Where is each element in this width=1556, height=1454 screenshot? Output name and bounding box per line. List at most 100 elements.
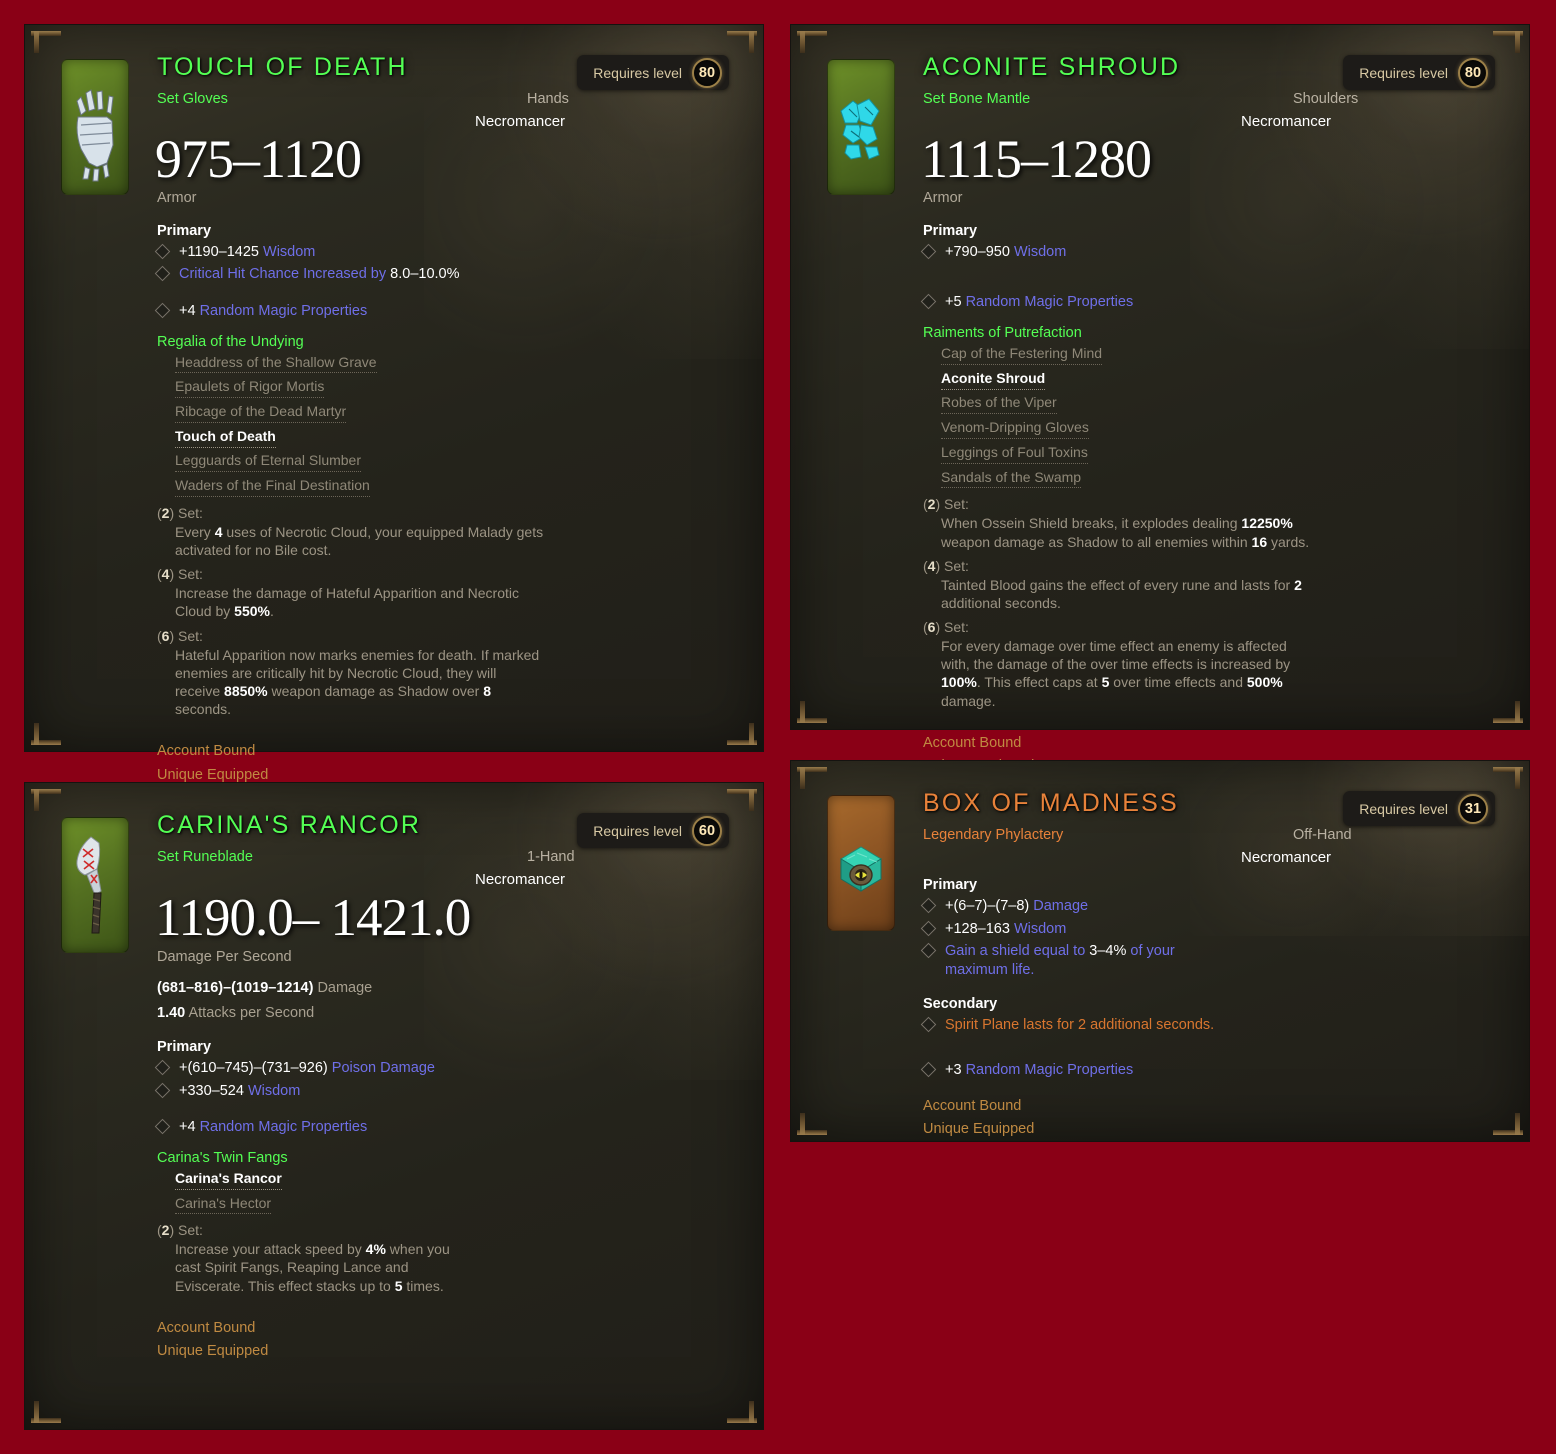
requires-level-value: 60 [692, 815, 722, 846]
item-kind: Set Runeblade [157, 849, 253, 865]
random-magic-properties: +4 Random Magic Properties [154, 302, 763, 321]
unique-equipped-label: Unique Equipped [157, 1342, 269, 1359]
tooltip-body: Primary +(6–7)–(7–8) Damage +128–163 Wis… [791, 877, 1529, 1162]
tooltip-body: Primary +1190–1425 Wisdom Critical Hit C… [25, 223, 763, 807]
set-piece-list: Carina's Rancor Carina's Hector [25, 1166, 763, 1215]
set-piece[interactable]: Legguards of Eternal Slumber [175, 451, 361, 473]
weapon-speed-label: Attacks per Second [188, 1004, 315, 1021]
set-bonus-header: (2) Set: [157, 1222, 203, 1239]
set-bonus-text: Hateful Apparition now marks enemies for… [175, 646, 540, 718]
item-tooltip-touch-of-death[interactable]: Requires level 80 TOUCH OF DEATH Set Glo… [24, 24, 764, 783]
affix-value: +790–950 [945, 243, 1010, 260]
set-bonus-header: (6) Set: [157, 627, 203, 644]
set-bonus-count: 2 [161, 504, 170, 521]
set-bonus-count: 2 [161, 1222, 170, 1239]
set-piece[interactable]: Cap of the Festering Mind [941, 344, 1103, 365]
affix-line-legendary: Spirit Plane lasts for 2 additional seco… [920, 1016, 1529, 1035]
item-subline: Set Bone Mantle Shoulders [923, 91, 1529, 109]
tooltip-header: ACONITE SHROUD Set Bone Mantle Shoulders… [791, 25, 1529, 206]
affix-line: Gain a shield equal to 3–4% of your maxi… [920, 942, 1223, 979]
item-subline: Set Runeblade 1-Hand [157, 849, 763, 867]
account-bound-label: Account Bound [157, 743, 256, 760]
item-class: Necromancer [475, 113, 566, 130]
set-bonus-count: 4 [161, 566, 170, 583]
phylactery-box-icon[interactable] [827, 795, 895, 931]
section-header-primary: Primary [923, 877, 978, 893]
set-bonus-text: Every 4 uses of Necrotic Cloud, your equ… [175, 523, 544, 559]
set-name: Raiments of Putrefaction [923, 325, 1082, 341]
set-bonus-label: Set: [944, 619, 969, 636]
set-piece[interactable]: Headdress of the Shallow Grave [175, 353, 377, 374]
set-bonus-header: (2) Set: [157, 504, 203, 521]
item-subline: Legendary Phylactery Off-Hand [923, 827, 1529, 845]
set-bonus-count: 6 [161, 627, 170, 644]
affix-value: +128–163 [945, 920, 1010, 937]
set-piece-list: Headdress of the Shallow Grave Epaulets … [25, 350, 763, 498]
bone-mantle-icon[interactable] [827, 59, 895, 195]
requires-level-label: Requires level [593, 822, 682, 839]
requires-level-badge: Requires level 80 [1343, 55, 1495, 90]
item-tooltip-aconite-shroud[interactable]: Requires level 80 ACONITE SHROUD Set Bon… [790, 24, 1530, 774]
affix-line: +330–524 Wisdom [154, 1082, 763, 1101]
set-piece-owned[interactable]: Carina's Rancor [175, 1169, 282, 1190]
diamond-bullet-icon [154, 302, 171, 319]
requires-level-label: Requires level [593, 64, 682, 81]
requires-level-value: 80 [692, 57, 722, 88]
corner-ornament-bottom-left [31, 1401, 61, 1423]
requires-level-label: Requires level [1359, 64, 1448, 81]
item-tooltip-carinas-rancor[interactable]: Requires level 60 CARINA'S RANCOR Set Ru… [24, 782, 764, 1430]
set-bonus-label: Set: [178, 566, 203, 583]
diamond-bullet-icon [920, 243, 937, 260]
diamond-bullet-icon [920, 942, 937, 959]
tooltip-body: Primary +790–950 Wisdom +5 Random Magic … [791, 223, 1529, 798]
runeblade-scythe-icon[interactable] [61, 817, 129, 953]
set-piece-list: Cap of the Festering Mind Aconite Shroud… [791, 341, 1529, 489]
section-header-secondary: Secondary [923, 996, 998, 1013]
set-bonus-label: Set: [178, 504, 203, 521]
random-props-count: +5 [945, 294, 962, 311]
diamond-bullet-icon [920, 1016, 937, 1033]
set-piece[interactable]: Leggings of Foul Toxins [941, 443, 1088, 464]
item-primary-value: 975–1120 [155, 129, 362, 189]
affix-line: +(610–745)–(731–926) Poison Damage [154, 1059, 763, 1078]
tooltip-grid: Requires level 80 TOUCH OF DEATH Set Glo… [0, 0, 1556, 1454]
diamond-bullet-icon [154, 1082, 171, 1098]
item-class-row: Necromancer [923, 849, 1529, 867]
affix-value: +(6–7)–(7–8) [945, 898, 1030, 914]
set-piece[interactable]: Carina's Hector [175, 1194, 272, 1215]
diamond-bullet-icon [920, 1061, 937, 1078]
random-props-count: +4 [179, 303, 196, 319]
bone-glove-icon[interactable] [61, 59, 129, 195]
set-bonus-label: Set: [178, 627, 203, 644]
requires-level-value: 31 [1458, 793, 1488, 824]
tooltip-footer: Account Bound Unique Equipped [157, 1317, 763, 1363]
set-piece[interactable]: Robes of the Viper [941, 393, 1057, 415]
set-bonus-header: (6) Set: [923, 619, 969, 636]
unique-equipped-label: Unique Equipped [923, 1121, 1035, 1138]
diamond-bullet-icon [154, 243, 171, 260]
affix-value: +1190–1425 [179, 243, 259, 260]
account-bound-label: Account Bound [923, 1098, 1022, 1115]
item-slot: Off-Hand [1293, 827, 1352, 843]
set-piece[interactable]: Waders of the Final Destination [175, 476, 370, 498]
set-piece[interactable]: Epaulets of Rigor Mortis [175, 377, 325, 399]
item-subline: Set Gloves Hands [157, 91, 763, 109]
requires-level-badge: Requires level 60 [577, 813, 729, 848]
item-kind: Set Gloves [157, 91, 228, 107]
set-name: Regalia of the Undying [157, 333, 304, 350]
item-primary-value-label: Damage Per Second [157, 949, 292, 966]
weapon-damage-value: (681–816)–(1019–1214) [157, 980, 314, 997]
set-piece[interactable]: Venom-Dripping Gloves [941, 418, 1089, 440]
set-piece[interactable]: Sandals of the Swamp [941, 468, 1082, 489]
diamond-bullet-icon [920, 294, 937, 310]
weapon-damage-line: (681–816)–(1019–1214) Damage [157, 979, 763, 998]
set-piece-owned[interactable]: Aconite Shroud [941, 369, 1046, 390]
set-piece[interactable]: Ribcage of the Dead Martyr [175, 402, 347, 423]
tooltip-header: CARINA'S RANCOR Set Runeblade 1-Hand Nec… [25, 783, 763, 965]
set-piece-owned[interactable]: Touch of Death [175, 427, 276, 448]
set-bonus-count: 2 [927, 496, 936, 513]
random-props-count: +4 [179, 1119, 196, 1136]
item-tooltip-box-of-madness[interactable]: Requires level 31 BOX OF MADNESS Legenda… [790, 760, 1530, 1142]
item-primary-value: 1190.0– 1421.0 [155, 889, 471, 947]
random-props-count: +3 [945, 1061, 962, 1078]
